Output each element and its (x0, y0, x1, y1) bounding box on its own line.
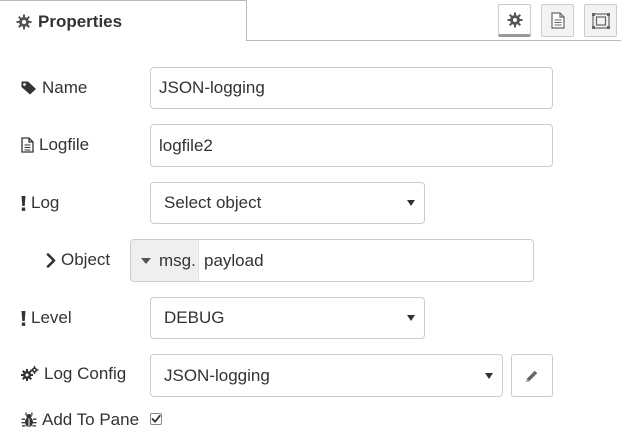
tab-properties[interactable]: Properties (0, 0, 247, 41)
object-value[interactable]: payload (204, 240, 264, 281)
level-select-value: DEBUG (164, 308, 225, 327)
chevron-down-icon (407, 200, 415, 206)
log-config-label: Log Config (21, 364, 126, 384)
chevron-down-icon (407, 315, 415, 321)
logfile-label-text: Logfile (39, 135, 90, 154)
caret-down-icon (141, 257, 151, 264)
level-select[interactable]: DEBUG (150, 297, 425, 339)
header-divider (247, 40, 621, 41)
chevron-down-icon (485, 372, 493, 379)
file-icon (21, 137, 34, 153)
add-to-pane-label-text: Add To Pane (42, 410, 140, 429)
frame-icon (591, 12, 610, 29)
chevron-right-icon (46, 252, 56, 268)
log-config-select-value: JSON-logging (164, 365, 270, 385)
gear-icon (16, 14, 32, 30)
description-tab-button[interactable] (541, 4, 574, 37)
level-label: Level (21, 308, 72, 328)
gear-icon (507, 12, 522, 27)
object-label: Object (46, 250, 110, 270)
edit-log-config-button[interactable] (511, 354, 553, 397)
object-type-prefix: msg. (159, 250, 196, 270)
object-label-text: Object (61, 250, 111, 269)
bug-icon (21, 412, 37, 427)
log-select[interactable]: Select object (150, 182, 425, 224)
name-field[interactable] (150, 67, 553, 109)
log-select-value: Select object (164, 193, 262, 212)
name-label-text: Name (42, 78, 88, 97)
exclamation-icon (21, 310, 26, 326)
add-to-pane-label: Add To Pane (21, 410, 139, 430)
checkmark-icon (151, 414, 161, 423)
add-to-pane-checkbox[interactable] (150, 413, 162, 425)
object-type-button[interactable]: msg. (131, 240, 199, 281)
log-config-label-text: Log Config (44, 364, 127, 383)
object-typed-input[interactable]: msg. payload (130, 239, 534, 282)
gears-icon (21, 366, 39, 381)
name-label: Name (21, 78, 87, 98)
document-icon (550, 12, 565, 29)
log-config-select[interactable]: JSON-logging (150, 354, 503, 397)
settings-tab-button[interactable] (498, 4, 531, 37)
logfile-field[interactable] (150, 124, 553, 167)
logfile-label: Logfile (21, 135, 89, 155)
tab-label: Properties (38, 12, 123, 31)
pencil-icon (526, 370, 538, 382)
log-label-text: Log (31, 193, 60, 212)
log-label: Log (21, 193, 59, 213)
level-label-text: Level (31, 308, 72, 327)
tag-icon (21, 81, 36, 95)
appearance-tab-button[interactable] (584, 4, 617, 37)
exclamation-icon (21, 195, 26, 211)
